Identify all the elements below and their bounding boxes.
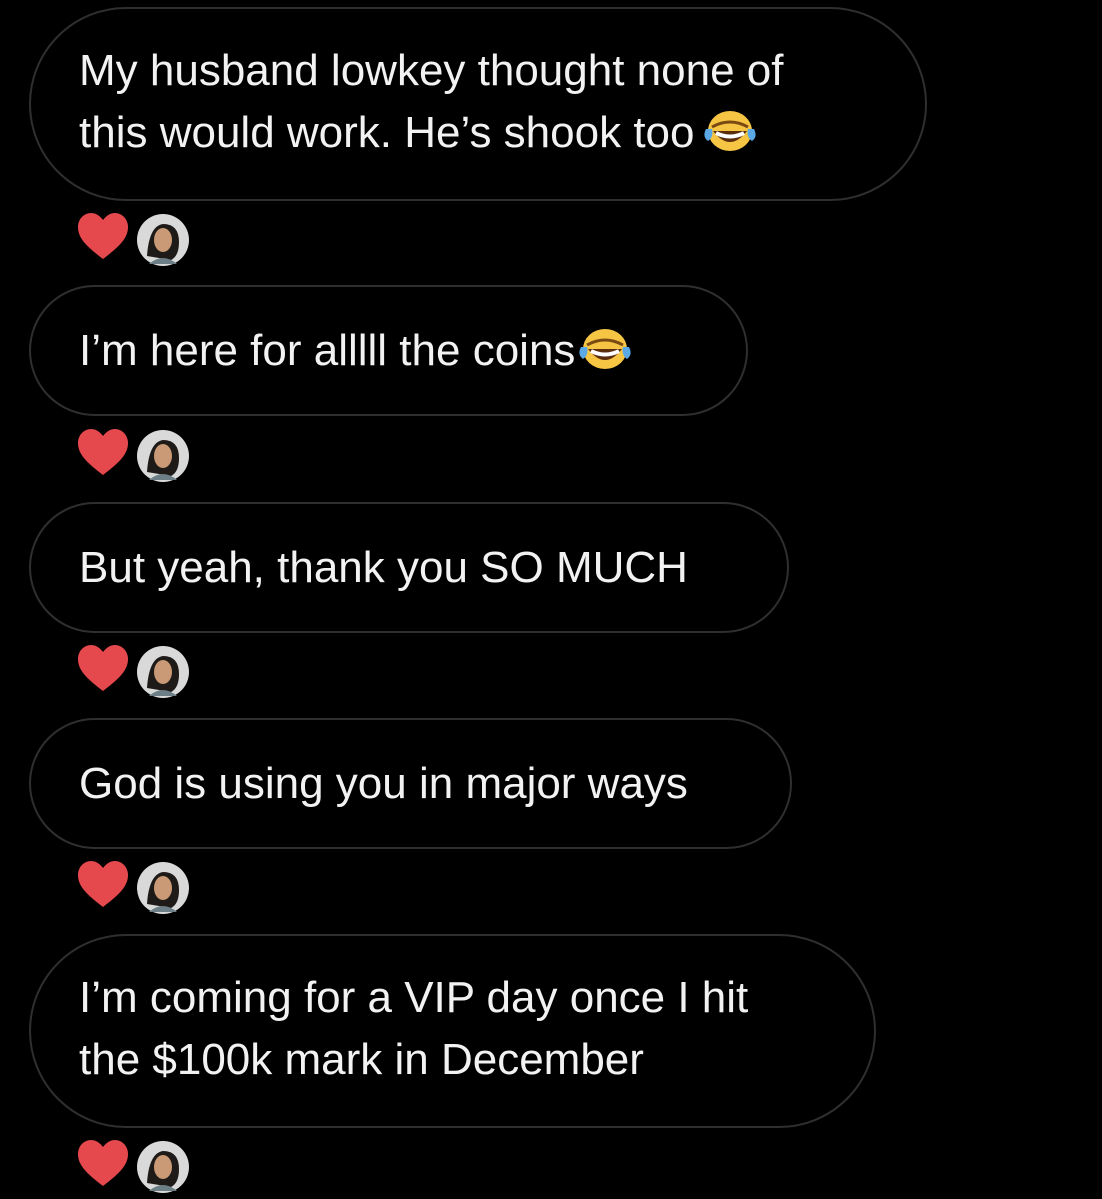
- heart-icon: [78, 1140, 128, 1186]
- reaction-row[interactable]: [76, 860, 196, 916]
- avatar: [137, 430, 189, 482]
- message-text: I’m coming for a VIP day once I hit the …: [79, 973, 749, 1084]
- heart-icon: [78, 429, 128, 475]
- message-bubble[interactable]: God is using you in major ways: [29, 718, 792, 849]
- message-text: My husband lowkey thought none of this w…: [79, 46, 784, 157]
- heart-icon: [78, 861, 128, 907]
- tears-of-joy-emoji-icon: [579, 325, 632, 371]
- message-bubble[interactable]: My husband lowkey thought none of this w…: [29, 7, 927, 201]
- message-bubble[interactable]: I’m here for alllll the coins: [29, 285, 748, 416]
- message-text: But yeah, thank you SO MUCH: [79, 542, 688, 592]
- tears-of-joy-emoji-icon: [704, 107, 757, 153]
- message-bubble[interactable]: But yeah, thank you SO MUCH: [29, 502, 789, 633]
- message-text: I’m here for alllll the coins: [79, 320, 632, 382]
- message-bubble[interactable]: I’m coming for a VIP day once I hit the …: [29, 934, 876, 1128]
- reaction-row[interactable]: [76, 212, 196, 268]
- avatar: [137, 214, 189, 266]
- heart-icon: [78, 645, 128, 691]
- avatar: [137, 646, 189, 698]
- reaction-row[interactable]: [76, 428, 196, 484]
- avatar: [137, 862, 189, 914]
- heart-icon: [78, 213, 128, 259]
- avatar: [137, 1141, 189, 1193]
- message-thread: My husband lowkey thought none of this w…: [0, 0, 1102, 1199]
- reaction-row[interactable]: [76, 644, 196, 700]
- message-text: God is using you in major ways: [79, 758, 688, 808]
- reaction-row[interactable]: [76, 1139, 196, 1195]
